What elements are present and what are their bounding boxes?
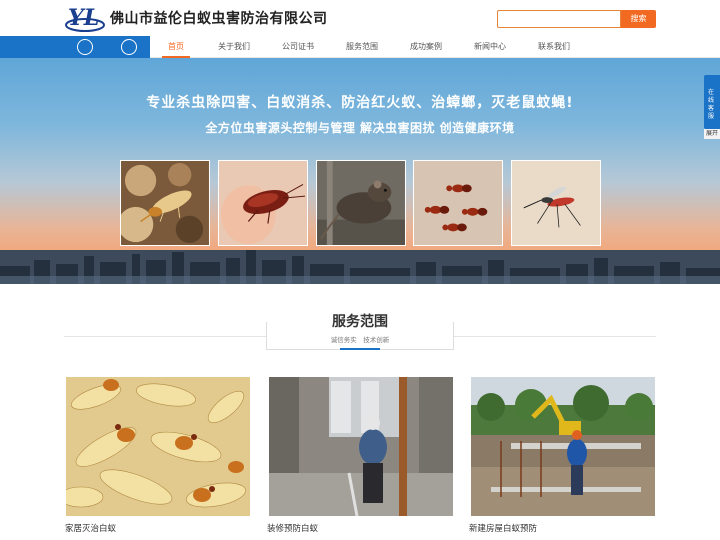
service-card-label[interactable]: 家居灭治白蚁 (65, 522, 116, 534)
social-circle-icon[interactable] (121, 39, 137, 55)
company-logo[interactable]: YL (64, 3, 106, 33)
mosquito-image (511, 160, 601, 246)
nav-items: 首页 关于我们 公司证书 服务范围 成功案例 新闻中心 联系我们 (150, 36, 586, 58)
nav-blue-block (0, 36, 150, 58)
nav-item-news[interactable]: 新闻中心 (458, 36, 522, 58)
hero-banner[interactable]: 专业杀虫除四害、白蚁消杀、防治红火蚁、治蟑螂，灭老鼠蚊蝇! 全方位虫害源头控制与… (0, 58, 720, 284)
nav-item-services[interactable]: 服务范围 (330, 36, 394, 58)
online-service-label: 在线客服 (708, 89, 715, 120)
service-card-label[interactable]: 新建房屋白蚁预防 (469, 522, 537, 534)
nav-item-home[interactable]: 首页 (150, 36, 202, 58)
city-skyline-image (0, 250, 720, 284)
site-title: 佛山市益伦白蚁虫害防治有限公司 (110, 11, 328, 27)
online-service-toggle[interactable]: 展开 (704, 129, 720, 139)
svg-text:YL: YL (68, 5, 99, 31)
services-section: 服务范围 诚信务实 技术创新 家居灭治白蚁 装修预防白蚁 新建房屋白蚁预防 (0, 284, 720, 540)
service-card-label[interactable]: 装修预防白蚁 (267, 522, 318, 534)
section-title-underline (340, 348, 380, 350)
banner-subheadline: 全方位虫害源头控制与管理 解决虫害困扰 创造健康环境 (205, 121, 515, 135)
social-circle-icon[interactable] (77, 39, 93, 55)
service-card-image-new-building[interactable] (471, 377, 655, 516)
nav-item-about[interactable]: 关于我们 (202, 36, 266, 58)
nav-item-contact[interactable]: 联系我们 (522, 36, 586, 58)
fire-ant-image (413, 160, 503, 246)
banner-headline: 专业杀虫除四害、白蚁消杀、防治红火蚁、治蟑螂，灭老鼠蚊蝇! (146, 95, 574, 111)
rat-image (316, 160, 406, 246)
cockroach-image (218, 160, 308, 246)
service-card-image-renovation[interactable] (269, 377, 453, 516)
online-service-float[interactable]: 在线客服 (704, 75, 720, 129)
nav-item-certificates[interactable]: 公司证书 (266, 36, 330, 58)
termite-image (120, 160, 210, 246)
site-header: YL 佛山市益伦白蚁虫害防治有限公司 搜索 (0, 0, 720, 36)
search-button[interactable]: 搜索 (621, 10, 656, 28)
section-title: 服务范围 (0, 311, 720, 331)
nav-item-cases[interactable]: 成功案例 (394, 36, 458, 58)
main-nav: 首页 关于我们 公司证书 服务范围 成功案例 新闻中心 联系我们 (0, 36, 720, 58)
search-input[interactable] (497, 10, 621, 28)
service-card-image-termite[interactable] (66, 377, 250, 516)
section-subtitle: 诚信务实 技术创新 (330, 336, 390, 344)
